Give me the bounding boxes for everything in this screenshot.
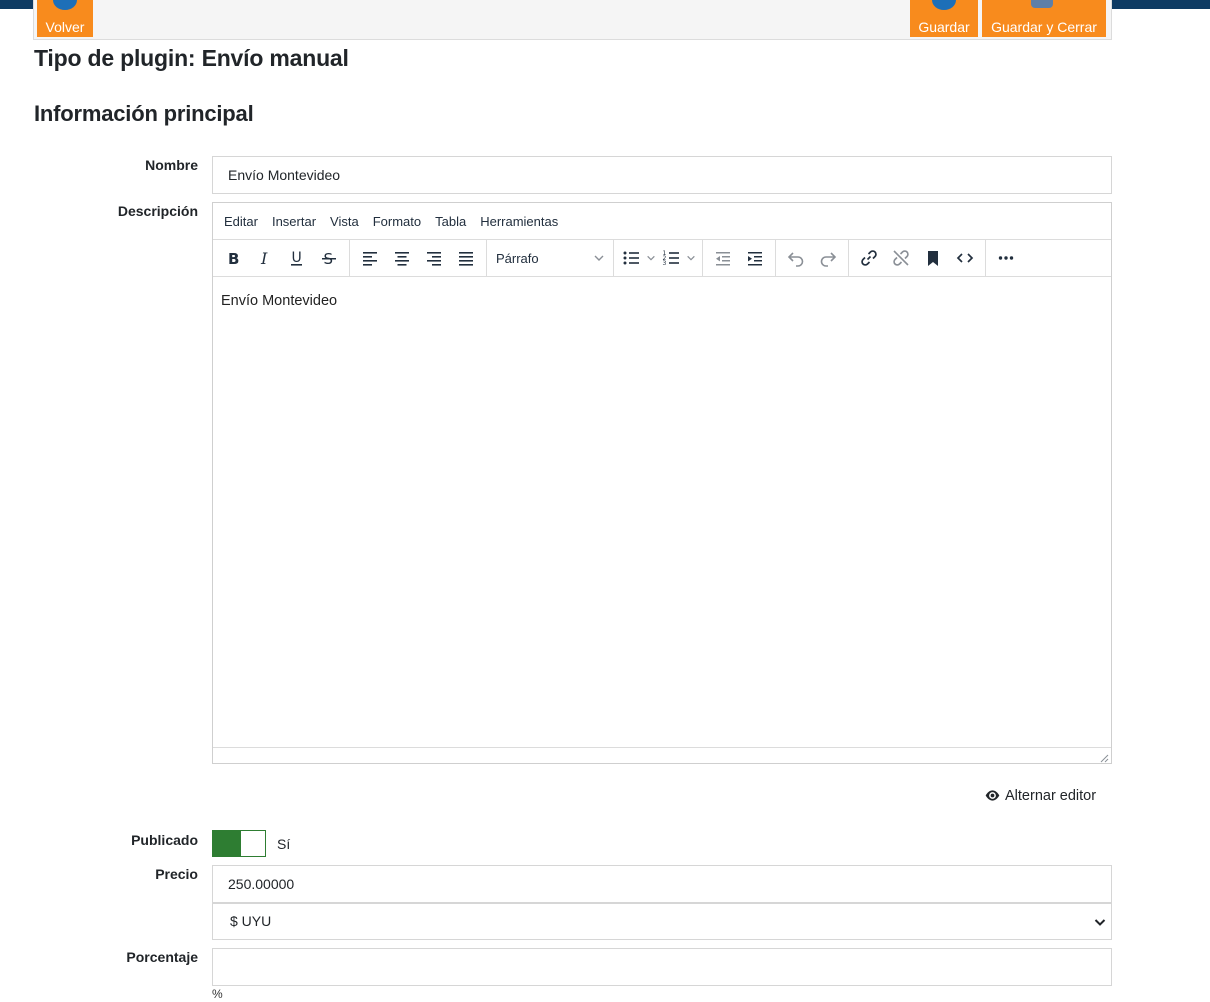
alignment-group [350,239,487,277]
resize-handle-icon[interactable] [1099,753,1109,763]
chevron-down-icon [1094,919,1106,926]
currency-value: $ UYU [230,913,272,929]
menu-tabla[interactable]: Tabla [428,214,473,229]
align-justify-icon[interactable] [450,244,482,272]
back-button[interactable]: Volver [37,0,93,37]
description-label: Descripción [117,203,198,219]
chevron-down-icon[interactable] [644,253,658,263]
published-switch[interactable] [212,830,266,857]
underline-icon[interactable]: U [281,244,313,272]
bookmark-icon[interactable] [917,244,949,272]
list-group: 123 [614,239,703,277]
link-icon[interactable] [853,244,885,272]
page-title: Tipo de plugin: Envío manual [34,45,349,71]
menu-insertar[interactable]: Insertar [265,214,323,229]
more-group [986,240,1026,277]
chevron-down-icon [594,255,604,261]
published-value: Sí [277,836,291,852]
align-left-icon[interactable] [354,244,386,272]
back-button-label: Volver [45,18,85,35]
editor-statusbar [213,747,1111,764]
action-toolbar: Volver Guardar Guardar y Cerrar [33,0,1112,40]
redo-icon[interactable] [812,244,844,272]
save-close-button[interactable]: Guardar y Cerrar [982,0,1106,37]
menu-editar[interactable]: Editar [217,214,265,229]
menu-vista[interactable]: Vista [323,214,366,229]
align-right-icon[interactable] [418,244,450,272]
block-format-value: Párrafo [496,250,539,266]
svg-text:3: 3 [663,260,667,267]
price-input[interactable]: 250.00000 [212,865,1112,903]
price-label: Precio [155,866,198,882]
numbered-list-icon[interactable]: 123 [658,244,684,272]
more-icon[interactable] [990,244,1022,272]
rich-text-editor: Editar Insertar Vista Formato Tabla Herr… [212,202,1112,764]
history-group [776,239,849,277]
block-format-group: Párrafo [487,239,614,277]
save-close-icon [1031,0,1053,8]
percentage-label: Porcentaje [126,949,198,965]
bold-icon[interactable]: B [217,244,249,272]
svg-text:B: B [228,250,239,268]
eye-icon [985,790,1000,801]
published-label: Publicado [131,832,198,848]
undo-icon[interactable] [780,244,812,272]
svg-text:I: I [260,249,268,268]
save-close-button-label: Guardar y Cerrar [991,18,1097,35]
outdent-icon[interactable] [707,244,739,272]
indent-group [703,239,776,277]
menu-herramientas[interactable]: Herramientas [473,214,565,229]
percentage-unit: % [212,987,223,1001]
align-center-icon[interactable] [386,244,418,272]
menu-formato[interactable]: Formato [366,214,428,229]
currency-select[interactable]: $ UYU [212,903,1112,940]
save-button-label: Guardar [918,18,970,35]
block-format-dropdown[interactable]: Párrafo [487,240,613,277]
back-icon [53,0,77,10]
name-input[interactable]: Envío Montevideo [212,156,1112,194]
editor-toolbar: B I U S Párrafo 1 2 3 [213,239,1111,277]
save-button[interactable]: Guardar [910,0,978,37]
editor-content[interactable]: Envío Montevideo [213,277,1111,747]
save-icon [932,0,956,10]
bullet-list-button[interactable] [618,244,658,272]
chevron-down-icon[interactable] [684,253,698,263]
bullet-list-icon[interactable] [618,244,644,272]
indent-icon[interactable] [739,244,771,272]
switch-knob [213,831,241,856]
svg-text:U: U [292,250,302,266]
strikethrough-icon[interactable]: S [313,244,345,272]
text-style-group: B I U S [213,239,350,277]
numbered-list-button[interactable]: 123 [658,244,698,272]
editor-menubar: Editar Insertar Vista Formato Tabla Herr… [213,203,1111,240]
italic-icon[interactable]: I [249,244,281,272]
unlink-icon[interactable] [885,244,917,272]
percentage-input[interactable] [212,948,1112,986]
toggle-editor-label: Alternar editor [1005,787,1097,804]
name-label: Nombre [145,157,198,173]
section-title: Información principal [34,101,254,126]
insert-group [849,239,986,277]
code-icon[interactable] [949,244,981,272]
toggle-editor-button[interactable]: Alternar editor [984,787,1096,804]
